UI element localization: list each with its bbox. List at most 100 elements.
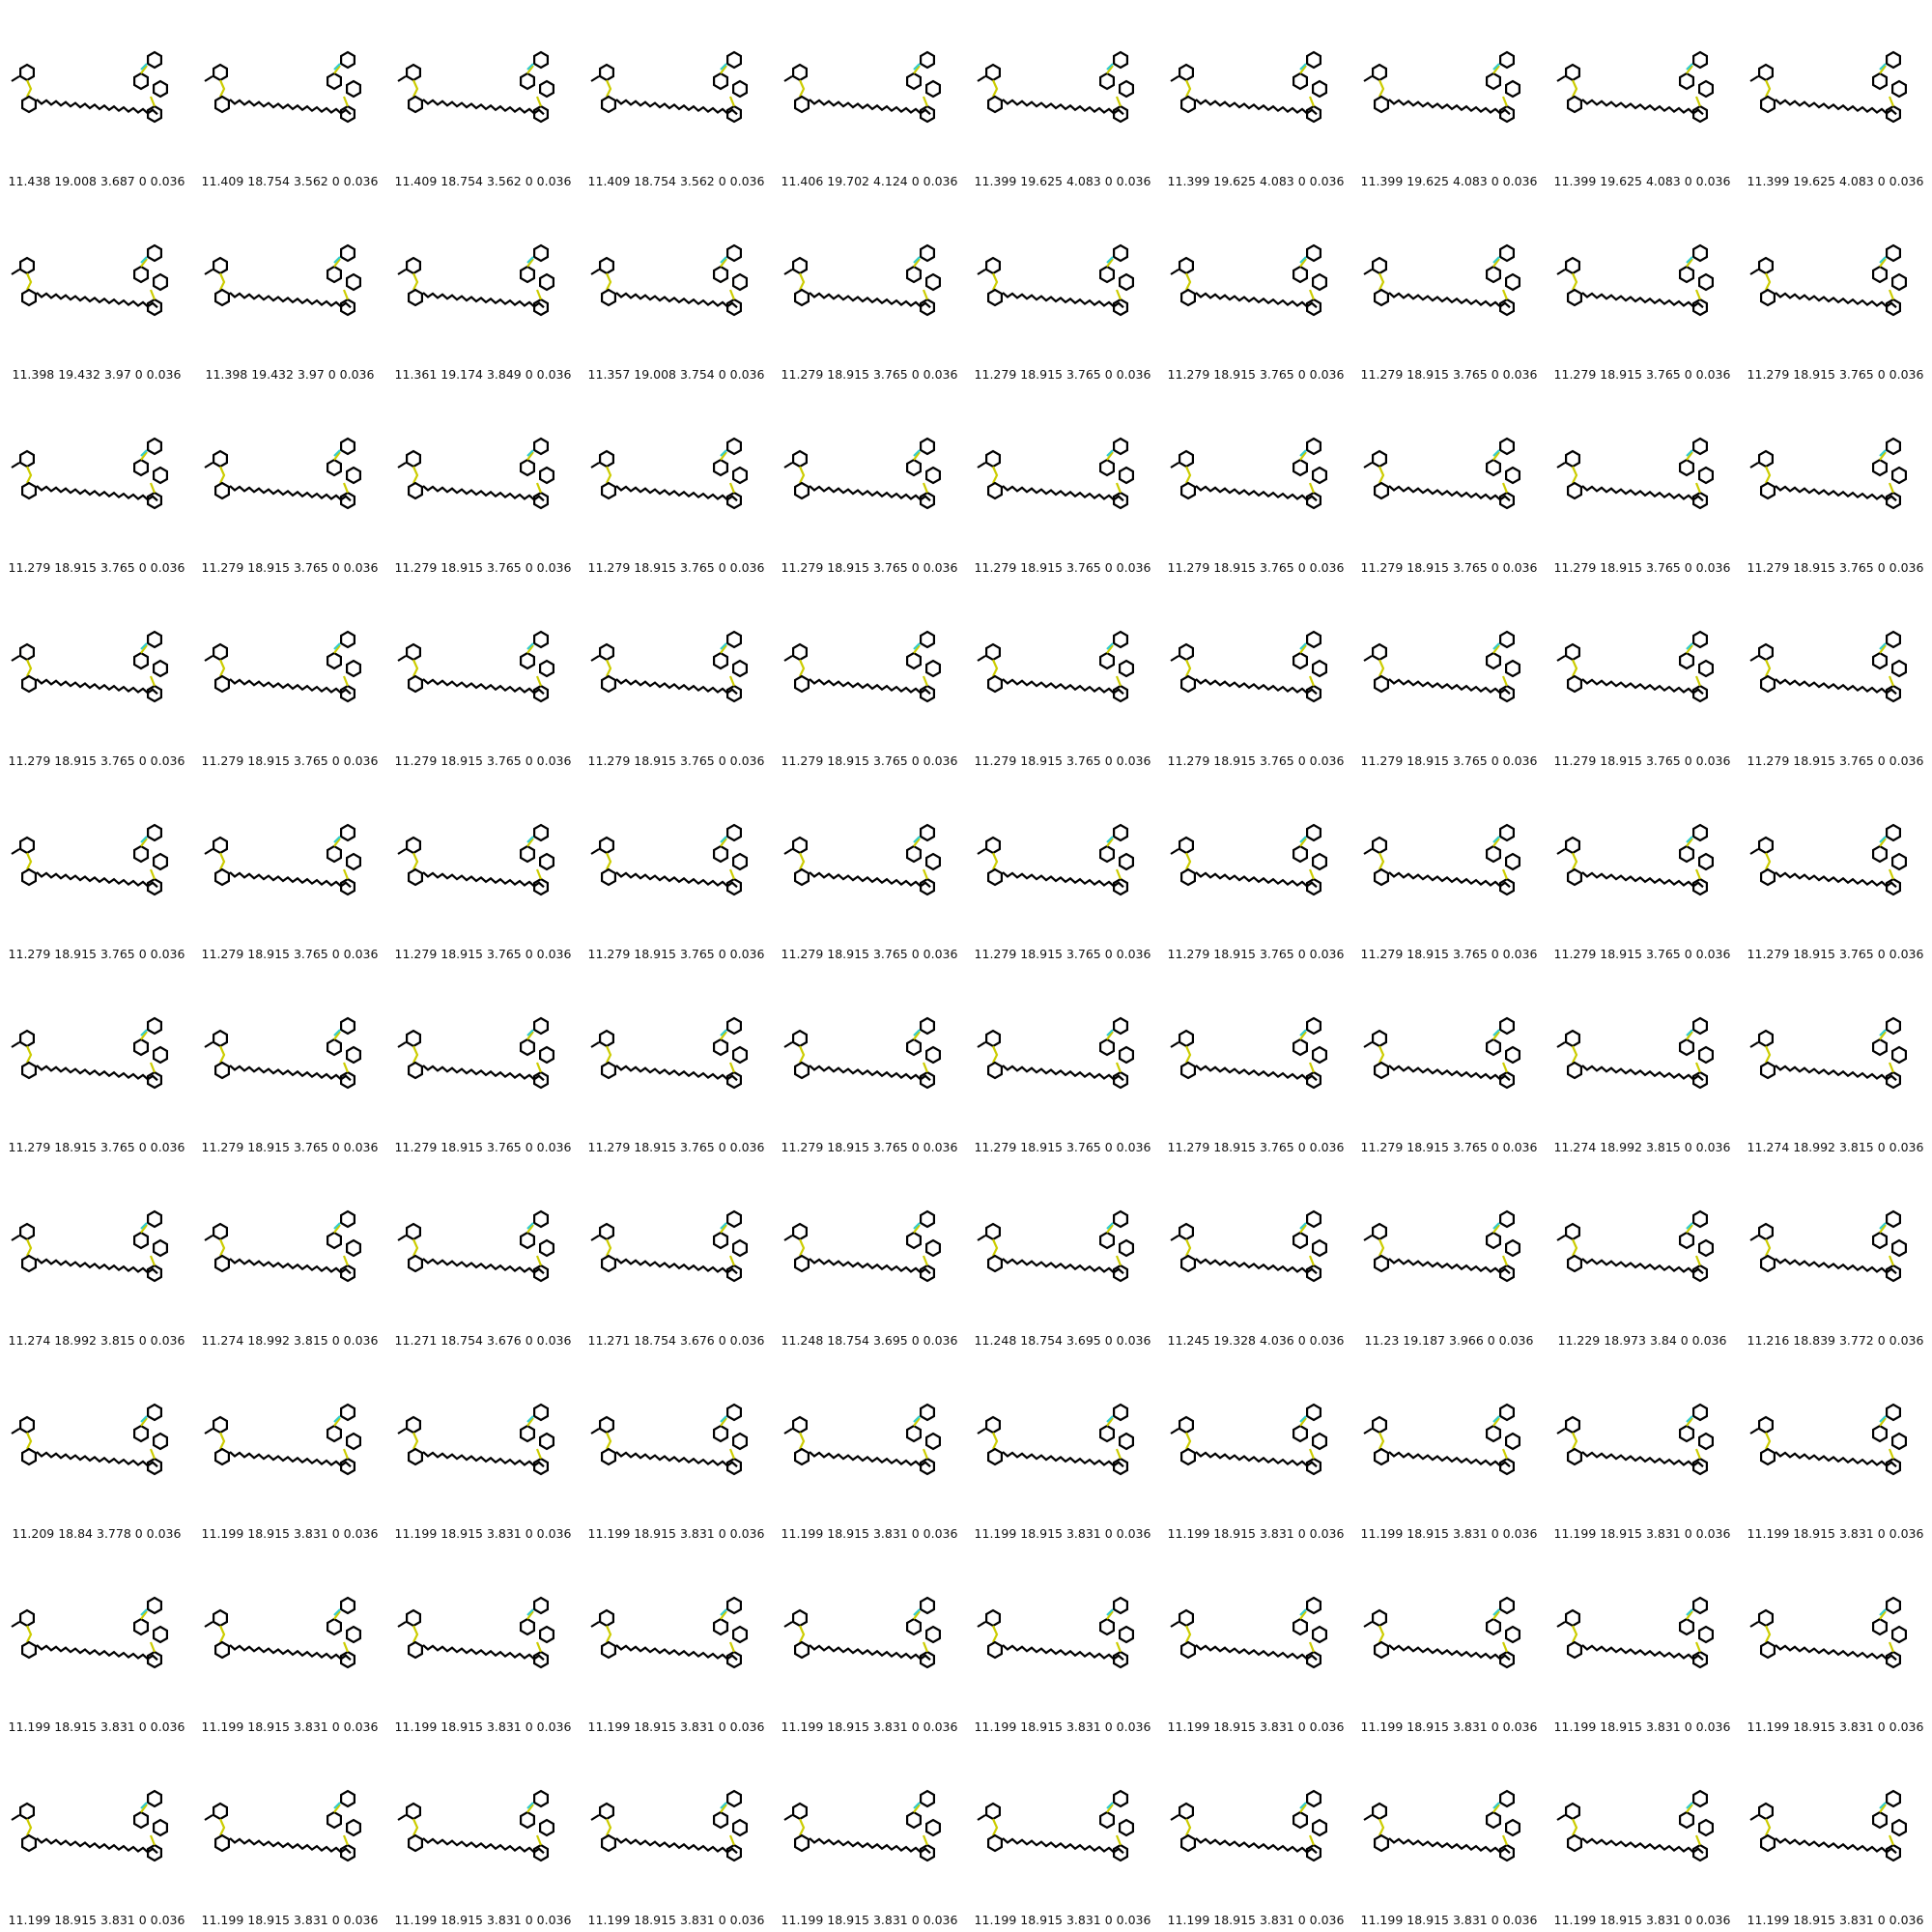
sulfur-link <box>1184 659 1192 677</box>
benzene-ring <box>1179 449 1195 469</box>
molecule-drawing <box>11 50 168 124</box>
benzene-ring <box>1692 1070 1708 1090</box>
benzene-ring <box>1099 651 1115 670</box>
molecule-drawing <box>1170 1209 1327 1283</box>
benzene-ring <box>1499 1403 1515 1422</box>
sulfur-link <box>1764 1432 1772 1450</box>
molecule-score-label: 11.279 18.915 3.765 0 0.036 <box>1747 753 1924 768</box>
molecule-score-label: 11.398 19.432 3.97 0 0.036 <box>205 367 375 382</box>
alkyl-chain <box>1581 678 1704 696</box>
sulfur-link <box>1115 1062 1122 1073</box>
methyl-bond <box>783 655 793 662</box>
molecule-drawing <box>1170 1789 1327 1862</box>
methyl-bond <box>11 1814 20 1821</box>
benzene-ring <box>1486 1037 1501 1057</box>
benzene-ring <box>985 1222 1002 1241</box>
alkyl-chain <box>1195 871 1318 889</box>
sulfur-link <box>1571 1045 1578 1064</box>
benzene-ring <box>1374 1447 1390 1466</box>
molecule-cell: 11.199 18.915 3.831 0 0.036 <box>193 1352 386 1546</box>
molecule-score-label: 11.199 18.915 3.831 0 0.036 <box>781 1719 958 1734</box>
sulfur-link <box>1888 1448 1895 1460</box>
molecule-score-label: 11.279 18.915 3.765 0 0.036 <box>1360 1140 1538 1154</box>
benzene-ring <box>340 684 355 703</box>
benzene-ring <box>520 265 535 284</box>
benzene-ring <box>601 674 617 694</box>
benzene-ring <box>1306 1457 1321 1476</box>
molecule-drawing <box>397 823 554 896</box>
benzene-ring <box>599 449 615 469</box>
benzene-ring <box>1679 1424 1694 1443</box>
benzene-ring <box>327 1810 342 1830</box>
benzene-ring <box>732 1432 748 1451</box>
sulfur-link <box>25 1045 33 1064</box>
benzene-ring <box>408 1254 424 1273</box>
benzene-ring <box>21 1254 38 1273</box>
benzene-ring <box>1306 1264 1321 1283</box>
sulfur-link <box>1694 1641 1702 1653</box>
benzene-ring <box>1119 1625 1134 1644</box>
benzene-ring <box>726 877 742 896</box>
benzene-ring <box>1886 298 1901 317</box>
benzene-ring <box>1180 1447 1197 1466</box>
sulfur-link <box>991 272 999 291</box>
molecule-cell: 11.199 18.915 3.831 0 0.036 <box>1546 1352 1739 1546</box>
molecule-cell: 11.279 18.915 3.765 0 0.036 <box>193 966 386 1159</box>
benzene-ring <box>1306 1016 1321 1036</box>
benzene-ring <box>792 642 809 662</box>
alkyl-chain <box>1775 678 1897 696</box>
molecule-drawing <box>11 1016 168 1090</box>
molecule-drawing <box>1749 1403 1907 1476</box>
sulfur-link <box>1115 289 1122 300</box>
benzene-ring <box>147 1209 162 1229</box>
sulfur-link <box>922 289 929 300</box>
benzene-ring <box>1758 449 1775 469</box>
molecule-score-label: 11.199 18.915 3.831 0 0.036 <box>974 1526 1151 1541</box>
benzene-ring <box>985 1802 1002 1821</box>
benzene-ring <box>1872 1037 1888 1057</box>
alkyl-chain <box>1195 678 1318 696</box>
molecule-score-label: 11.409 18.754 3.562 0 0.036 <box>394 174 572 188</box>
molecule-drawing <box>977 823 1134 896</box>
molecule-score-label: 11.199 18.915 3.831 0 0.036 <box>1747 1913 1924 1927</box>
sulfur-link <box>1694 96 1702 107</box>
benzene-ring <box>601 1254 617 1273</box>
benzene-ring <box>906 1617 922 1636</box>
sulfur-link <box>991 659 999 677</box>
molecule-score-label: 11.279 18.915 3.765 0 0.036 <box>201 753 379 768</box>
benzene-ring <box>406 1415 422 1435</box>
methyl-bond <box>1556 848 1566 855</box>
molecule-cell: 11.398 19.432 3.97 0 0.036 <box>193 193 386 386</box>
methyl-bond <box>397 1235 407 1241</box>
benzene-ring <box>153 1432 168 1451</box>
sulfur-link <box>1184 1818 1192 1836</box>
methyl-bond <box>1749 75 1759 82</box>
molecule-score-label: 11.199 18.915 3.831 0 0.036 <box>1360 1526 1538 1541</box>
methyl-bond <box>1363 848 1373 855</box>
benzene-ring <box>1499 877 1515 896</box>
benzene-ring <box>21 95 38 114</box>
molecule-score-label: 11.199 18.915 3.831 0 0.036 <box>1553 1913 1731 1927</box>
molecule-drawing <box>590 1403 748 1476</box>
molecule-drawing <box>1749 243 1907 317</box>
alkyl-chain <box>1195 1644 1318 1662</box>
benzene-ring <box>1692 684 1708 703</box>
sulfur-link <box>1184 466 1192 484</box>
molecule-cell: 11.199 18.915 3.831 0 0.036 <box>1546 1739 1739 1932</box>
benzene-ring <box>147 1016 162 1036</box>
benzene-ring <box>21 1447 38 1466</box>
benzene-ring <box>732 1045 748 1065</box>
molecule-cell: 11.199 18.915 3.831 0 0.036 <box>966 1546 1159 1739</box>
molecule-score-label: 11.279 18.915 3.765 0 0.036 <box>781 367 958 382</box>
alkyl-chain <box>1002 485 1124 502</box>
molecule-cell: 11.279 18.915 3.765 0 0.036 <box>0 966 193 1159</box>
benzene-ring <box>732 1818 748 1837</box>
methyl-bond <box>783 1235 793 1241</box>
sulfur-link <box>218 1238 226 1257</box>
benzene-ring <box>346 1238 361 1258</box>
alkyl-chain <box>615 678 738 696</box>
molecule-drawing <box>1170 243 1327 317</box>
alkyl-chain <box>229 1837 352 1855</box>
molecule-drawing <box>783 1596 941 1669</box>
molecule-score-label: 11.279 18.915 3.765 0 0.036 <box>974 560 1151 575</box>
